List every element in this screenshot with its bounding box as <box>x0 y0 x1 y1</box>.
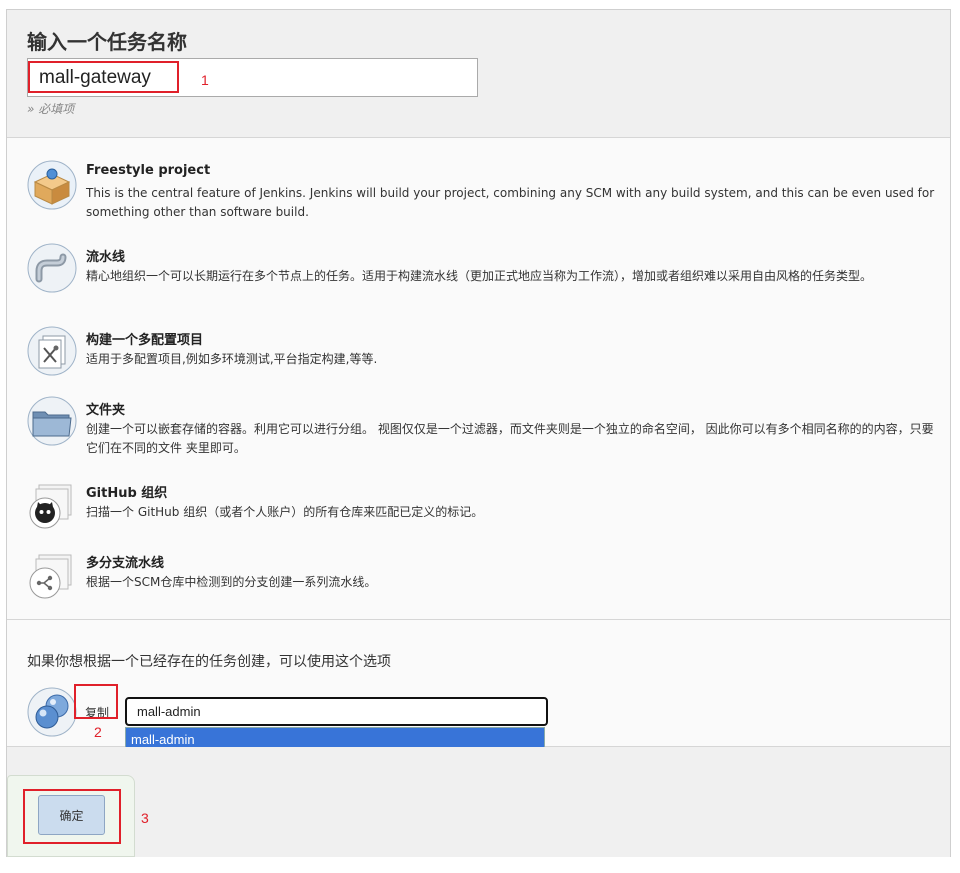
type-pipeline[interactable]: 流水线 精心地组织一个可以长期运行在多个节点上的任务。适用于构建流水线（更加正式… <box>7 221 950 293</box>
new-item-page: 输入一个任务名称 » 必填项 Freestyle project This is… <box>6 9 951 857</box>
autocomplete-option[interactable]: mall-admin <box>131 732 195 747</box>
copy-from-label: 复制 <box>85 706 110 720</box>
pipe-icon <box>27 243 77 293</box>
annotation-number-2: 2 <box>94 724 102 740</box>
type-name: 文件夹 <box>86 403 126 418</box>
copy-item-icon <box>27 687 77 737</box>
multi-config-icon <box>27 326 77 376</box>
item-type-list: Freestyle project This is the central fe… <box>7 138 950 620</box>
annotation-number-1: 1 <box>201 72 209 88</box>
package-box-icon <box>27 160 77 210</box>
item-name-section: 输入一个任务名称 » 必填项 <box>7 10 950 138</box>
branch-pipeline-icon <box>29 554 72 599</box>
ok-button[interactable]: 确定 <box>38 795 105 835</box>
copy-from-input[interactable] <box>125 697 548 726</box>
item-name-title: 输入一个任务名称 <box>27 30 187 54</box>
type-github-organization[interactable]: GitHub 组织 扫描一个 GitHub 组织（或者个人账户）的所有仓库来匹配… <box>7 457 950 529</box>
type-description: 扫描一个 GitHub 组织（或者个人账户）的所有仓库来匹配已定义的标记。 <box>86 505 484 519</box>
github-org-icon <box>29 484 72 529</box>
type-multi-config-project[interactable]: 构建一个多配置项目 适用于多配置项目,例如多环境测试,平台指定构建,等等. <box>7 304 950 376</box>
folder-icon <box>27 396 77 446</box>
type-name: GitHub 组织 <box>86 486 168 501</box>
type-description: This is the central feature of Jenkins. … <box>86 186 935 219</box>
copy-from-section: 如果你想根据一个已经存在的任务创建，可以使用这个选项 复制 mall-admin <box>7 620 950 751</box>
type-name: Freestyle project <box>86 163 211 178</box>
type-description: 根据一个SCM仓库中检测到的分支创建一系列流水线。 <box>86 575 377 589</box>
type-name: 流水线 <box>86 250 126 265</box>
type-freestyle-project[interactable]: Freestyle project This is the central fe… <box>7 138 950 219</box>
required-note: » 必填项 <box>27 102 75 116</box>
type-multibranch-pipeline[interactable]: 多分支流水线 根据一个SCM仓库中检测到的分支创建一系列流水线。 <box>7 527 950 599</box>
type-description: 适用于多配置项目,例如多环境测试,平台指定构建,等等. <box>86 352 378 366</box>
annotation-number-3: 3 <box>141 810 149 826</box>
copy-from-title: 如果你想根据一个已经存在的任务创建，可以使用这个选项 <box>27 654 391 670</box>
type-folder[interactable]: 文件夹 创建一个可以嵌套存储的容器。利用它可以进行分组。 视图仅仅是一个过滤器，… <box>7 374 950 455</box>
type-description: 创建一个可以嵌套存储的容器。利用它可以进行分组。 视图仅仅是一个过滤器，而文件夹… <box>86 422 934 455</box>
type-name: 多分支流水线 <box>86 556 165 571</box>
type-description: 精心地组织一个可以长期运行在多个节点上的任务。适用于构建流水线（更加正式地应当称… <box>86 269 873 283</box>
bottom-button-bar <box>7 747 950 857</box>
item-name-input[interactable] <box>27 58 478 97</box>
type-name: 构建一个多配置项目 <box>86 333 204 348</box>
